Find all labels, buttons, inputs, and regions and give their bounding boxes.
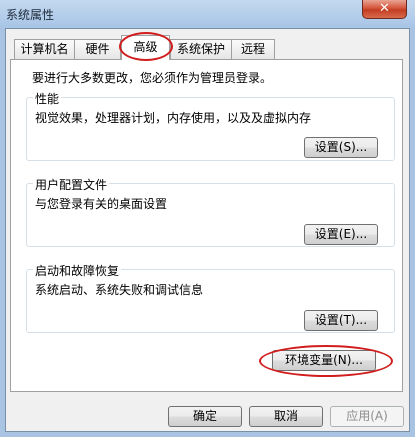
tab-label: 系统保护 [176, 42, 225, 56]
user-profiles-title: 用户配置文件 [33, 176, 110, 193]
performance-title: 性能 [33, 90, 62, 107]
tab-label: 计算机名 [20, 42, 69, 56]
startup-recovery-title: 启动和故障恢复 [33, 262, 122, 279]
tab-system-protection[interactable]: 系统保护 [170, 39, 232, 59]
user-profiles-description: 与您登录有关的桌面设置 [35, 197, 168, 211]
tab-advanced[interactable]: 高级 [121, 35, 170, 60]
tab-computer-name[interactable]: 计算机名 [14, 39, 75, 59]
tab-label: 硬件 [85, 42, 110, 56]
environment-variables-button[interactable]: 环境变量(N)... [272, 350, 376, 371]
title-bar: 系统属性 ✕ [0, 0, 415, 28]
close-icon: ✕ [379, 1, 390, 16]
performance-description: 视觉效果，处理器计划，内存使用，以及及虚拟内存 [35, 111, 312, 125]
apply-button[interactable]: 应用(A) [330, 406, 404, 427]
window-title: 系统属性 [6, 8, 55, 22]
close-button[interactable]: ✕ [362, 0, 407, 19]
admin-notice: 要进行大多数更改，您必须作为管理员登录。 [32, 71, 273, 85]
startup-recovery-settings-button[interactable]: 设置(T)... [304, 310, 378, 331]
performance-settings-button[interactable]: 设置(S)... [304, 137, 378, 158]
ok-button[interactable]: 确定 [168, 406, 242, 427]
tab-label: 高级 [133, 40, 158, 54]
tab-hardware[interactable]: 硬件 [74, 39, 121, 59]
tab-remote[interactable]: 远程 [231, 39, 275, 59]
cancel-button[interactable]: 取消 [249, 406, 323, 427]
user-profiles-settings-button[interactable]: 设置(E)... [304, 224, 378, 245]
startup-recovery-description: 系统启动、系统失败和调试信息 [35, 283, 204, 297]
tab-label: 远程 [240, 42, 265, 56]
dialog-client-area: 计算机名 硬件 高级 系统保护 远程 要进行大多数更改，您必须作为管理员登录。 … [5, 28, 410, 432]
